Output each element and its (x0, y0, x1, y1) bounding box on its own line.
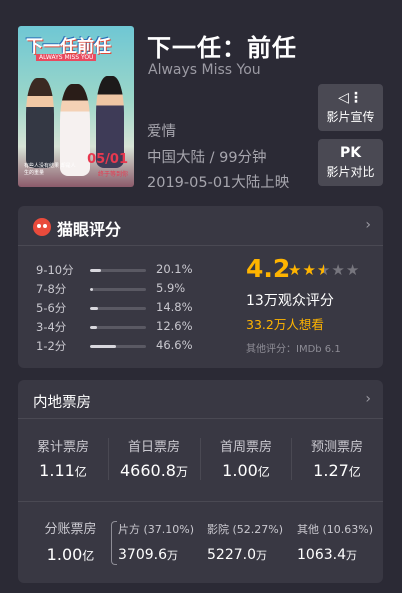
rating-percent: 46.6% (156, 338, 193, 352)
stat-first-day: 首日票房 4660.8万 (109, 436, 199, 480)
stat-label: 预测票房 (310, 440, 363, 455)
stat-value: 4660.8万 (120, 461, 188, 480)
rating-percent: 14.8% (156, 300, 193, 314)
other-rating: 其他评分：IMDb 6.1 (246, 344, 341, 355)
poster-figure (26, 78, 54, 168)
stat-label: 累计票房 (36, 440, 89, 455)
rating-card: 猫眼评分 › 9-10分 20.1% 7-8分 5.9% 5-6分 14.8% 3-4分 12… (18, 206, 383, 368)
rating-bar (90, 269, 146, 272)
poster-date-sub: 终于等到你 (97, 171, 128, 178)
movie-region-duration: 中国大陆 / 99分钟 (147, 150, 267, 166)
rating-bar (90, 345, 146, 348)
chevron-right-icon: › (365, 391, 371, 407)
compare-button[interactable]: PK 影片对比 (318, 139, 383, 186)
split-value: 1063.4万 (297, 547, 357, 563)
movie-title: 下一任：前任 (147, 34, 297, 62)
stat-total: 累计票房 1.11亿 (18, 436, 108, 480)
rating-bar-fill (90, 288, 94, 291)
rating-range-label: 5-6分 (36, 301, 67, 315)
rating-title: 猫眼评分 (57, 220, 122, 239)
movie-genre: 爱情 (147, 124, 176, 140)
maoyan-cat-icon (33, 218, 51, 236)
speaker-icon: ◁⋮ (338, 90, 363, 106)
star-icon: ★ (345, 261, 361, 279)
split-producer: 片方 (37.10%) 3709.6万 (118, 521, 204, 563)
split-cinema: 影院 (52.27%) 5227.0万 (207, 521, 293, 563)
star-icon: ★ (302, 261, 317, 279)
rating-distribution-row: 5-6分 14.8% (36, 300, 216, 316)
stat-label: 首日票房 (127, 440, 180, 455)
star-icon: ★ (331, 261, 346, 279)
rating-bar-fill (90, 326, 98, 329)
rating-bar (90, 307, 146, 310)
box-office-card: 内地票房 › 累计票房 1.11亿 首日票房 4660.8万 首周票房 1.00… (18, 380, 383, 583)
divider (18, 501, 383, 502)
promo-label: 影片宣传 (326, 110, 375, 124)
chevron-right-icon: › (365, 217, 371, 233)
stat-value: 1.00亿 (46, 545, 95, 564)
rating-bar-fill (90, 345, 117, 348)
rating-count: 13万观众评分 (246, 293, 334, 309)
rating-distribution-row: 1-2分 46.6% (36, 338, 216, 354)
rating-score: 4.2 (246, 254, 291, 283)
rating-percent: 12.6% (156, 319, 193, 333)
rating-distribution-row: 3-4分 12.6% (36, 319, 216, 335)
split-label: 片方 (37.10%) (118, 523, 195, 536)
stat-forecast: 预测票房 1.27亿 (292, 436, 382, 480)
rating-distribution-row: 7-8分 5.9% (36, 281, 216, 297)
stat-first-week: 首周票房 1.00亿 (201, 436, 291, 480)
bracket (111, 521, 117, 565)
stat-value: 1.00亿 (222, 461, 270, 480)
rating-percent: 20.1% (156, 262, 193, 276)
poster-date: 05/01 (87, 152, 128, 167)
rating-range-label: 9-10分 (36, 263, 74, 277)
movie-poster[interactable]: 下一任前任 ALWAYS MISS YOU 有些人没有结果 却是人生的重量 05… (18, 26, 134, 187)
compare-label: 影片对比 (326, 165, 375, 179)
movie-release: 2019-05-01大陆上映 (147, 175, 290, 191)
rating-distribution-row: 9-10分 20.1% (36, 262, 216, 278)
rating-bar (90, 288, 146, 291)
box-office-title: 内地票房 (33, 395, 91, 411)
split-label: 影院 (52.27%) (207, 523, 284, 536)
star-icon: ★ (288, 261, 303, 279)
rating-bar-fill (90, 269, 102, 272)
split-other: 其他 (10.63%) 1063.4万 (297, 521, 383, 563)
poster-tagline: 有些人没有结果 却是人生的重量 (24, 163, 76, 176)
split-value: 3709.6万 (118, 547, 178, 563)
box-office-header[interactable]: 内地票房 › (18, 380, 383, 419)
poster-subtitle: ALWAYS MISS YOU (36, 54, 97, 61)
rating-bar (90, 326, 146, 329)
stat-label: 首周票房 (219, 440, 272, 455)
rating-header[interactable]: 猫眼评分 › (18, 206, 383, 246)
want-to-see-count: 33.2万人想看 (246, 317, 324, 332)
rating-range-label: 7-8分 (36, 282, 67, 296)
rating-bar-fill (90, 307, 99, 310)
stat-label: 分账票房 (44, 522, 97, 537)
star-rating: ★★★★★ (288, 261, 360, 279)
promo-button[interactable]: ◁⋮ 影片宣传 (318, 84, 383, 131)
split-label: 其他 (10.63%) (297, 523, 374, 536)
stat-value: 1.11亿 (39, 461, 87, 480)
pk-icon: PK (339, 145, 362, 161)
rating-percent: 5.9% (156, 281, 186, 295)
stat-share: 分账票房 1.00亿 (28, 518, 113, 564)
movie-english-title: Always Miss You (148, 62, 261, 78)
rating-range-label: 1-2分 (36, 339, 67, 353)
rating-range-label: 3-4分 (36, 320, 67, 334)
star-icon: ★ (316, 261, 332, 279)
stat-value: 1.27亿 (313, 461, 361, 480)
split-value: 5227.0万 (207, 547, 267, 563)
